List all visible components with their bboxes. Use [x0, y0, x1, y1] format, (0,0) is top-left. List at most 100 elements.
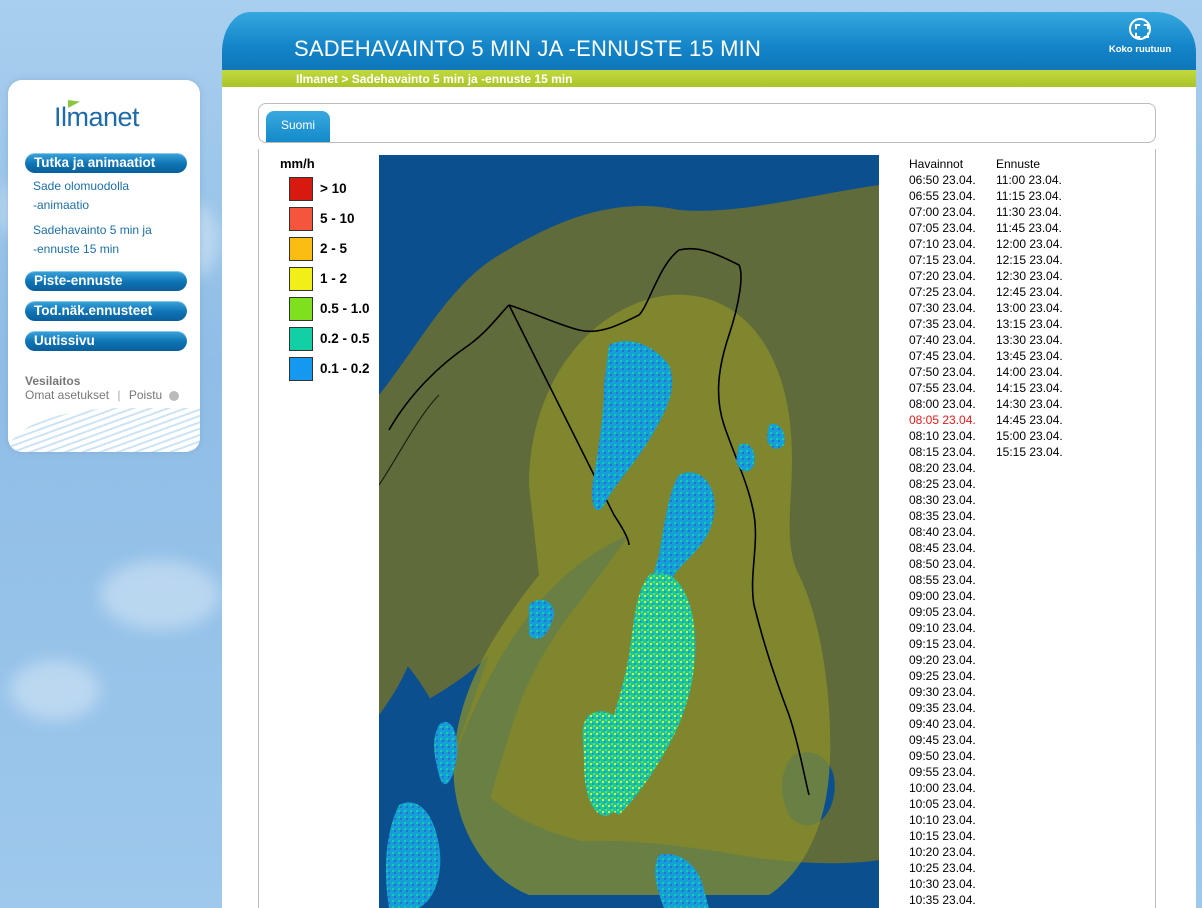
observation-time-link[interactable]: 07:50 23.04. [909, 364, 976, 380]
observation-time-link[interactable]: 10:05 23.04. [909, 796, 976, 812]
observation-time-link[interactable]: 09:10 23.04. [909, 620, 976, 636]
legend-swatch [289, 177, 313, 201]
breadcrumb[interactable]: Ilmanet > Sadehavainto 5 min ja -ennuste… [296, 72, 572, 86]
legend-swatch [289, 297, 313, 321]
observation-time-link[interactable]: 10:30 23.04. [909, 876, 976, 892]
forecast-time-link[interactable]: 14:15 23.04. [996, 380, 1063, 396]
forecast-time-link[interactable]: 12:45 23.04. [996, 284, 1063, 300]
forecast-time-link[interactable]: 13:45 23.04. [996, 348, 1063, 364]
ilmanet-logo[interactable]: Ilmanet [54, 102, 140, 133]
forecast-time-link[interactable]: 15:15 23.04. [996, 444, 1063, 460]
nav-uutissivu[interactable]: Uutissivu [25, 331, 187, 351]
forecast-heading: Ennuste [996, 157, 1041, 171]
observation-time-link[interactable]: 10:10 23.04. [909, 812, 976, 828]
observation-time-link[interactable]: 09:40 23.04. [909, 716, 976, 732]
observation-time-link[interactable]: 07:15 23.04. [909, 252, 976, 268]
forecast-time-link[interactable]: 14:00 23.04. [996, 364, 1063, 380]
observation-time-link[interactable]: 09:05 23.04. [909, 604, 976, 620]
legend-swatch [289, 267, 313, 291]
sub-link-sadehavainto[interactable]: Sadehavainto 5 min ja -ennuste 15 min [33, 221, 183, 259]
observation-time-link[interactable]: 09:35 23.04. [909, 700, 976, 716]
observation-time-link[interactable]: 09:20 23.04. [909, 652, 976, 668]
observation-time-link[interactable]: 07:35 23.04. [909, 316, 976, 332]
observation-time-link[interactable]: 08:55 23.04. [909, 572, 976, 588]
observation-time-link[interactable]: 08:50 23.04. [909, 556, 976, 572]
forecast-time-link[interactable]: 13:15 23.04. [996, 316, 1063, 332]
observation-time-link[interactable]: 07:45 23.04. [909, 348, 976, 364]
nav-tutka-ja-animaatiot[interactable]: Tutka ja animaatiot [25, 153, 187, 173]
nav-piste-ennuste[interactable]: Piste-ennuste [25, 271, 187, 291]
legend-label: 1 - 2 [320, 271, 348, 286]
legend-swatch [289, 207, 313, 231]
observation-time-link[interactable]: 08:25 23.04. [909, 476, 976, 492]
observation-time-link[interactable]: 07:00 23.04. [909, 204, 976, 220]
observation-time-link[interactable]: 08:00 23.04. [909, 396, 976, 412]
observation-time-link[interactable]: 09:25 23.04. [909, 668, 976, 684]
observation-time-link[interactable]: 09:50 23.04. [909, 748, 976, 764]
page-title: SADEHAVAINTO 5 MIN JA -ENNUSTE 15 MIN [294, 36, 762, 61]
logout-icon[interactable] [168, 390, 179, 401]
fullscreen-icon [1129, 18, 1151, 40]
observations-heading: Havainnot [909, 157, 964, 171]
radar-map[interactable] [379, 155, 879, 908]
settings-link[interactable]: Omat asetukset [25, 388, 109, 402]
user-links: Omat asetukset | Poistu [25, 388, 179, 402]
observation-time-link[interactable]: 10:20 23.04. [909, 844, 976, 860]
observation-time-link[interactable]: 08:10 23.04. [909, 428, 976, 444]
sub-link-sade-olomuodolla[interactable]: Sade olomuodolla -animaatio [33, 177, 183, 215]
observation-time-link[interactable]: 08:15 23.04. [909, 444, 976, 460]
observation-time-link[interactable]: 09:30 23.04. [909, 684, 976, 700]
tab-suomi[interactable]: Suomi [266, 111, 330, 142]
observation-time-link[interactable]: 08:35 23.04. [909, 508, 976, 524]
legend-swatch [289, 327, 313, 351]
forecast-time-link[interactable]: 11:30 23.04. [996, 204, 1063, 220]
observation-time-link[interactable]: 09:55 23.04. [909, 764, 976, 780]
forecast-list: Ennuste 11:00 23.04. 11:15 23.04. 11:30 23… [996, 156, 1063, 460]
forecast-time-link[interactable]: 11:15 23.04. [996, 188, 1063, 204]
observation-time-link[interactable]: 10:25 23.04. [909, 860, 976, 876]
observation-time-link[interactable]: 06:55 23.04. [909, 188, 976, 204]
forecast-time-link[interactable]: 13:00 23.04. [996, 300, 1063, 316]
nav-tod-nak-ennusteet[interactable]: Tod.näk.ennusteet [25, 301, 187, 321]
observation-time-link[interactable]: 09:00 23.04. [909, 588, 976, 604]
forecast-time-link[interactable]: 13:30 23.04. [996, 332, 1063, 348]
observation-time-link[interactable]: 08:30 23.04. [909, 492, 976, 508]
observation-time-link[interactable]: 07:25 23.04. [909, 284, 976, 300]
sidebar-wave-decoration [8, 408, 200, 452]
page-header: SADEHAVAINTO 5 MIN JA -ENNUSTE 15 MIN Ko… [222, 12, 1196, 70]
observation-time-link[interactable]: 07:40 23.04. [909, 332, 976, 348]
observation-time-link[interactable]: 08:20 23.04. [909, 460, 976, 476]
observation-time-link[interactable]: 07:55 23.04. [909, 380, 976, 396]
forecast-time-link[interactable]: 12:15 23.04. [996, 252, 1063, 268]
forecast-time-link[interactable]: 15:00 23.04. [996, 428, 1063, 444]
fullscreen-label: Koko ruutuun [1108, 44, 1172, 55]
user-name: Vesilaitos [25, 374, 81, 388]
legend-label: 2 - 5 [320, 241, 348, 256]
observation-time-link[interactable]: 10:00 23.04. [909, 780, 976, 796]
forecast-time-link[interactable]: 11:45 23.04. [996, 220, 1063, 236]
observation-time-link[interactable]: 09:15 23.04. [909, 636, 976, 652]
observation-time-link[interactable]: 07:30 23.04. [909, 300, 976, 316]
observation-time-link[interactable]: 07:10 23.04. [909, 236, 976, 252]
forecast-time-link[interactable]: 14:45 23.04. [996, 412, 1063, 428]
observation-time-link[interactable]: 07:20 23.04. [909, 268, 976, 284]
legend-label: 0.1 - 0.2 [320, 361, 370, 376]
observation-time-link[interactable]: 08:05 23.04. [909, 412, 976, 428]
fullscreen-button[interactable]: Koko ruutuun [1100, 18, 1180, 66]
observation-time-link[interactable]: 08:40 23.04. [909, 524, 976, 540]
observation-time-link[interactable]: 10:35 23.04. [909, 892, 976, 908]
observation-time-link[interactable]: 08:45 23.04. [909, 540, 976, 556]
forecast-time-link[interactable]: 12:30 23.04. [996, 268, 1063, 284]
forecast-time-link[interactable]: 12:00 23.04. [996, 236, 1063, 252]
logout-link[interactable]: Poistu [129, 388, 162, 402]
main-content: Suomi mm/h > 10 5 - 10 2 - 5 1 - 2 0.5 - 1.0… [222, 87, 1196, 908]
observation-time-link[interactable]: 06:50 23.04. [909, 172, 976, 188]
observation-time-link[interactable]: 09:45 23.04. [909, 732, 976, 748]
forecast-time-link[interactable]: 11:00 23.04. [996, 172, 1063, 188]
forecast-time-link[interactable]: 14:30 23.04. [996, 396, 1063, 412]
observation-time-link[interactable]: 10:15 23.04. [909, 828, 976, 844]
observation-time-link[interactable]: 07:05 23.04. [909, 220, 976, 236]
tab-bar: Suomi [258, 103, 1156, 143]
legend-swatch [289, 357, 313, 381]
sidebar: Ilmanet Tutka ja animaatiot Sade olomuod… [8, 80, 200, 452]
